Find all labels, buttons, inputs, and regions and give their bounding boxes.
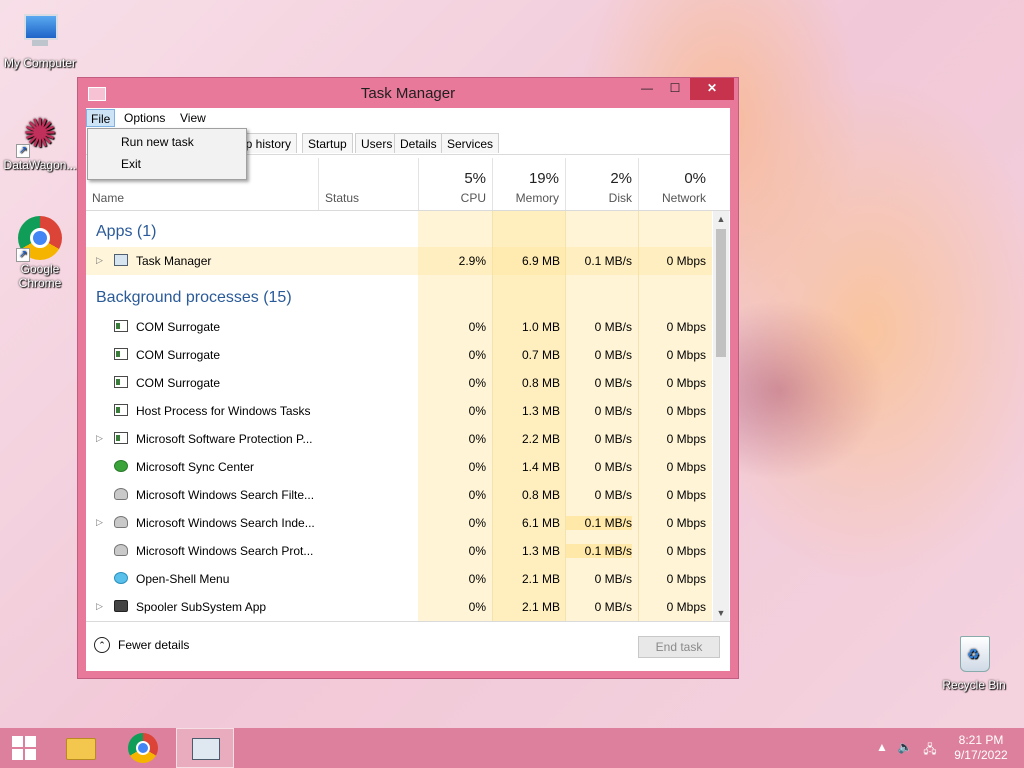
desktop-icon-recycle-bin[interactable]: ♻ Recycle Bin: [934, 632, 1014, 692]
recycle-bin-icon: ♻: [952, 632, 996, 676]
file-menu-dropdown: Run new task Exit: [87, 128, 247, 180]
generic-process-icon: [114, 404, 128, 416]
column-cpu[interactable]: 5% CPU: [418, 158, 492, 210]
start-button[interactable]: [0, 728, 48, 768]
menu-file[interactable]: File: [86, 109, 116, 127]
minimize-button[interactable]: —: [634, 78, 660, 100]
tab-services[interactable]: Services: [441, 133, 500, 153]
clock[interactable]: 8:21 PM 9/17/2022: [946, 733, 1016, 763]
column-disk[interactable]: 2% Disk: [565, 158, 638, 210]
printer-icon: [114, 600, 128, 612]
table-row[interactable]: Microsoft Windows Search Prot... 0% 1.3 …: [86, 537, 712, 565]
table-row[interactable]: COM Surrogate 0% 1.0 MB 0 MB/s 0 Mbps: [86, 313, 712, 341]
tab-startup[interactable]: Startup: [302, 133, 353, 153]
desktop-icon-label: My Computer: [3, 56, 77, 70]
search-process-icon: [114, 544, 128, 556]
task-manager-icon: [192, 738, 220, 760]
desktop-icon-my-computer[interactable]: My Computer: [0, 10, 80, 70]
menu-bar: File Options View: [86, 108, 730, 128]
menu-item-exit[interactable]: Exit: [121, 157, 141, 171]
table-row[interactable]: ▷ Microsoft Windows Search Inde... 0% 6.…: [86, 509, 712, 537]
search-process-icon: [114, 516, 128, 528]
generic-process-icon: [114, 320, 128, 332]
end-task-button[interactable]: End task: [638, 636, 720, 658]
table-row[interactable]: ▷ Spooler SubSystem App 0% 2.1 MB 0 MB/s…: [86, 593, 712, 621]
maximize-button[interactable]: ☐: [662, 78, 688, 100]
generic-process-icon: [114, 376, 128, 388]
menu-options[interactable]: Options: [120, 109, 169, 127]
windows-logo-tile: [12, 749, 23, 760]
table-row[interactable]: Microsoft Sync Center 0% 1.4 MB 0 MB/s 0…: [86, 453, 712, 481]
scroll-down-icon[interactable]: ▼: [713, 605, 729, 621]
network-icon[interactable]: 🖧: [920, 740, 940, 756]
title-bar[interactable]: Task Manager — ☐ ✕: [78, 78, 738, 108]
generic-process-icon: [114, 432, 128, 444]
tab-users[interactable]: Users: [355, 133, 399, 153]
expand-chevron-icon[interactable]: ▷: [96, 517, 103, 528]
column-status[interactable]: Status: [318, 158, 418, 210]
tab-details[interactable]: Details: [394, 133, 443, 153]
taskbar-chrome[interactable]: [118, 728, 168, 768]
menu-view[interactable]: View: [176, 109, 210, 127]
clock-time: 8:21 PM: [958, 733, 1004, 747]
process-table: Apps (1) ▷ Task Manager 2.9% 6.9 MB 0.1 …: [86, 211, 712, 621]
expand-chevron-icon[interactable]: ▷: [96, 433, 103, 444]
scroll-up-icon[interactable]: ▲: [713, 211, 729, 227]
table-row[interactable]: ▷ Task Manager 2.9% 6.9 MB 0.1 MB/s 0 Mb…: [86, 247, 712, 275]
desktop-icon-datawagon[interactable]: ✺ ↗ DataWagon...: [0, 112, 80, 172]
desktop-icon-label: Google Chrome: [18, 262, 62, 290]
windows-logo-tile: [25, 749, 36, 760]
footer: ⌃ Fewer details End task: [86, 621, 730, 671]
chrome-icon-center: [136, 741, 150, 755]
windows-logo-icon: [12, 736, 23, 747]
task-manager-icon: [114, 254, 128, 266]
desktop-icon-label: Recycle Bin: [942, 678, 1006, 692]
vertical-scrollbar[interactable]: ▲ ▼: [713, 211, 729, 621]
menu-item-run-new-task[interactable]: Run new task: [121, 135, 194, 149]
table-row[interactable]: Open-Shell Menu 0% 2.1 MB 0 MB/s 0 Mbps: [86, 565, 712, 593]
open-shell-icon: [114, 572, 128, 584]
search-process-icon: [114, 488, 128, 500]
table-row[interactable]: Microsoft Windows Search Filte... 0% 0.8…: [86, 481, 712, 509]
volume-muted-icon[interactable]: 🔈: [896, 740, 914, 756]
taskbar-file-explorer[interactable]: [56, 728, 106, 768]
column-network[interactable]: 0% Network: [638, 158, 712, 210]
generic-process-icon: [114, 348, 128, 360]
desktop-icon-google-chrome[interactable]: ↗ Google Chrome: [0, 216, 80, 290]
show-hidden-icons-chevron-icon[interactable]: ▲: [874, 740, 890, 756]
shortcut-arrow-icon: ↗: [16, 144, 30, 158]
computer-icon: [18, 10, 62, 54]
table-row[interactable]: COM Surrogate 0% 0.7 MB 0 MB/s 0 Mbps: [86, 341, 712, 369]
sync-center-icon: [114, 460, 128, 472]
expand-chevron-icon[interactable]: ▷: [96, 255, 103, 266]
shortcut-arrow-icon: ↗: [16, 248, 30, 262]
folder-icon: [66, 738, 96, 760]
column-memory[interactable]: 19% Memory: [492, 158, 565, 210]
table-row[interactable]: COM Surrogate 0% 0.8 MB 0 MB/s 0 Mbps: [86, 369, 712, 397]
group-header-background-processes[interactable]: Background processes (15): [86, 283, 712, 311]
window-client: File Options View pp history Startup Use…: [86, 108, 730, 671]
chrome-icon: ↗: [16, 216, 62, 262]
chevron-up-icon: ⌃: [94, 637, 110, 653]
table-row[interactable]: Host Process for Windows Tasks 0% 1.3 MB…: [86, 397, 712, 425]
scrollbar-thumb[interactable]: [716, 229, 726, 357]
table-row[interactable]: ▷ Microsoft Software Protection P... 0% …: [86, 425, 712, 453]
group-header-apps[interactable]: Apps (1): [86, 217, 712, 245]
clock-date: 9/17/2022: [954, 748, 1008, 762]
taskbar: ▲ 🔈 🖧 8:21 PM 9/17/2022: [0, 728, 1024, 768]
taskbar-task-manager[interactable]: [176, 728, 234, 768]
datawagon-icon: ✺ ↗: [16, 112, 62, 158]
expand-chevron-icon[interactable]: ▷: [96, 601, 103, 612]
windows-logo-tile: [25, 736, 36, 747]
close-button[interactable]: ✕: [690, 78, 734, 100]
desktop-icon-label: DataWagon...: [3, 158, 77, 172]
